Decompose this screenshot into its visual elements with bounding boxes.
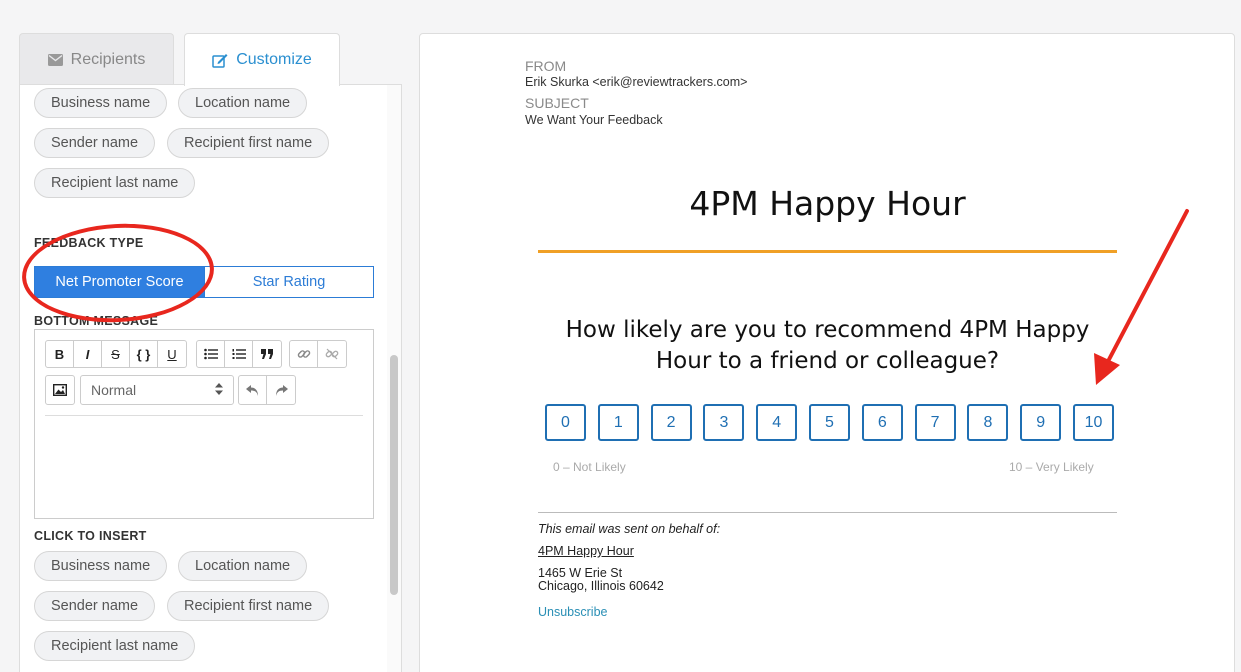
format-toolbar-group: B I S { } U	[45, 340, 187, 368]
nps-score-2[interactable]: 2	[650, 404, 692, 441]
customize-scroll-area: Business name Location name Sender name …	[20, 85, 389, 672]
nps-score-10[interactable]: 10	[1073, 404, 1114, 441]
email-title: 4PM Happy Hour	[689, 184, 966, 223]
text-format-select[interactable]: Normal	[80, 375, 234, 405]
editor-divider	[45, 415, 363, 416]
nps-score-6[interactable]: 6	[861, 404, 903, 441]
star-rating-option[interactable]: Star Rating	[204, 266, 374, 298]
subject-label: SUBJECT	[525, 95, 589, 111]
italic-button[interactable]: I	[74, 341, 102, 367]
blockquote-button[interactable]	[253, 341, 281, 367]
history-toolbar-group	[238, 375, 296, 405]
link-icon	[297, 350, 310, 358]
insert-chip-location-name[interactable]: Location name	[178, 551, 308, 581]
subject-value: We Want Your Feedback	[525, 113, 663, 127]
numbered-list-icon	[232, 349, 246, 359]
insert-chip-sender-name[interactable]: Sender name	[34, 128, 156, 158]
unsubscribe-link[interactable]: Unsubscribe	[538, 605, 607, 619]
insert-chip-business-name[interactable]: Business name	[34, 551, 168, 581]
net-promoter-score-option[interactable]: Net Promoter Score	[34, 266, 205, 298]
bold-button[interactable]: B	[46, 341, 74, 367]
business-link[interactable]: 4PM Happy Hour	[538, 544, 634, 558]
nps-question: How likely are you to recommend 4PM Happ…	[565, 317, 1090, 374]
image-toolbar-group	[45, 375, 75, 405]
image-icon	[53, 384, 67, 396]
scale-low-label: 0 – Not Likely	[553, 460, 626, 474]
panel-scrollbar[interactable]	[387, 85, 401, 672]
insert-chip-recipient-last-name[interactable]: Recipient last name	[34, 168, 196, 198]
select-arrows-icon	[215, 382, 223, 398]
bullet-list-button[interactable]	[197, 341, 225, 367]
insert-chip-business-name[interactable]: Business name	[34, 88, 168, 118]
customize-panel: Business name Location name Sender name …	[19, 84, 402, 672]
from-label: FROM	[525, 58, 567, 74]
underline-button[interactable]: U	[158, 341, 186, 367]
nps-score-8[interactable]: 8	[967, 404, 1009, 441]
feedback-type-label: FEEDBACK TYPE	[34, 236, 144, 250]
bottom-message-label: BOTTOM MESSAGE	[34, 314, 159, 328]
unlink-button[interactable]	[318, 341, 346, 367]
email-preview: FROM Erik Skurka <erik@reviewtrackers.co…	[419, 33, 1235, 672]
tab-recipients[interactable]: Recipients	[19, 33, 174, 85]
nps-score-3[interactable]: 3	[703, 404, 745, 441]
link-toolbar-group	[289, 340, 347, 368]
scale-high-label: 10 – Very Likely	[1009, 460, 1094, 474]
bullet-list-icon	[203, 348, 218, 360]
undo-icon	[246, 384, 258, 396]
text-format-value: Normal	[91, 382, 137, 398]
nps-score-1[interactable]: 1	[597, 404, 639, 441]
quote-icon	[260, 349, 273, 359]
code-button[interactable]: { }	[130, 341, 158, 367]
address-line-2: Chicago, Illinois 60642	[538, 579, 664, 593]
redo-button[interactable]	[267, 376, 295, 404]
list-toolbar-group	[196, 340, 282, 368]
redo-icon	[275, 384, 288, 396]
footer-divider	[538, 512, 1117, 513]
envelope-icon	[47, 53, 63, 66]
insert-chip-location-name[interactable]: Location name	[178, 88, 308, 118]
link-button[interactable]	[290, 341, 318, 367]
edit-icon	[212, 53, 228, 68]
tab-label: Customize	[236, 51, 312, 68]
undo-button[interactable]	[239, 376, 267, 404]
nps-score-5[interactable]: 5	[809, 404, 850, 441]
from-value: Erik Skurka <erik@reviewtrackers.com>	[525, 75, 748, 89]
nps-score-9[interactable]: 9	[1020, 404, 1062, 441]
nps-score-7[interactable]: 7	[914, 404, 956, 441]
address-line-1: 1465 W Erie St	[538, 566, 623, 580]
panel-scrollbar-thumb[interactable]	[390, 355, 398, 595]
insert-image-button[interactable]	[46, 376, 74, 404]
insert-chip-recipient-last-name[interactable]: Recipient last name	[34, 631, 196, 661]
numbered-list-button[interactable]	[225, 341, 253, 367]
strikethrough-button[interactable]: S	[102, 341, 130, 367]
nps-score-0[interactable]: 0	[545, 404, 586, 441]
title-divider	[538, 250, 1117, 253]
insert-chip-sender-name[interactable]: Sender name	[34, 591, 156, 621]
insert-chip-recipient-first-name[interactable]: Recipient first name	[167, 591, 330, 621]
click-to-insert-label: CLICK TO INSERT	[34, 529, 147, 543]
bottom-message-editor: B I S { } U Normal	[34, 329, 374, 519]
nps-score-4[interactable]: 4	[756, 404, 798, 441]
tab-customize[interactable]: Customize	[184, 33, 340, 86]
sent-on-behalf-text: This email was sent on behalf of:	[538, 522, 721, 536]
tab-label: Recipients	[70, 50, 146, 68]
insert-chip-recipient-first-name[interactable]: Recipient first name	[167, 128, 330, 158]
unlink-icon	[325, 348, 339, 360]
